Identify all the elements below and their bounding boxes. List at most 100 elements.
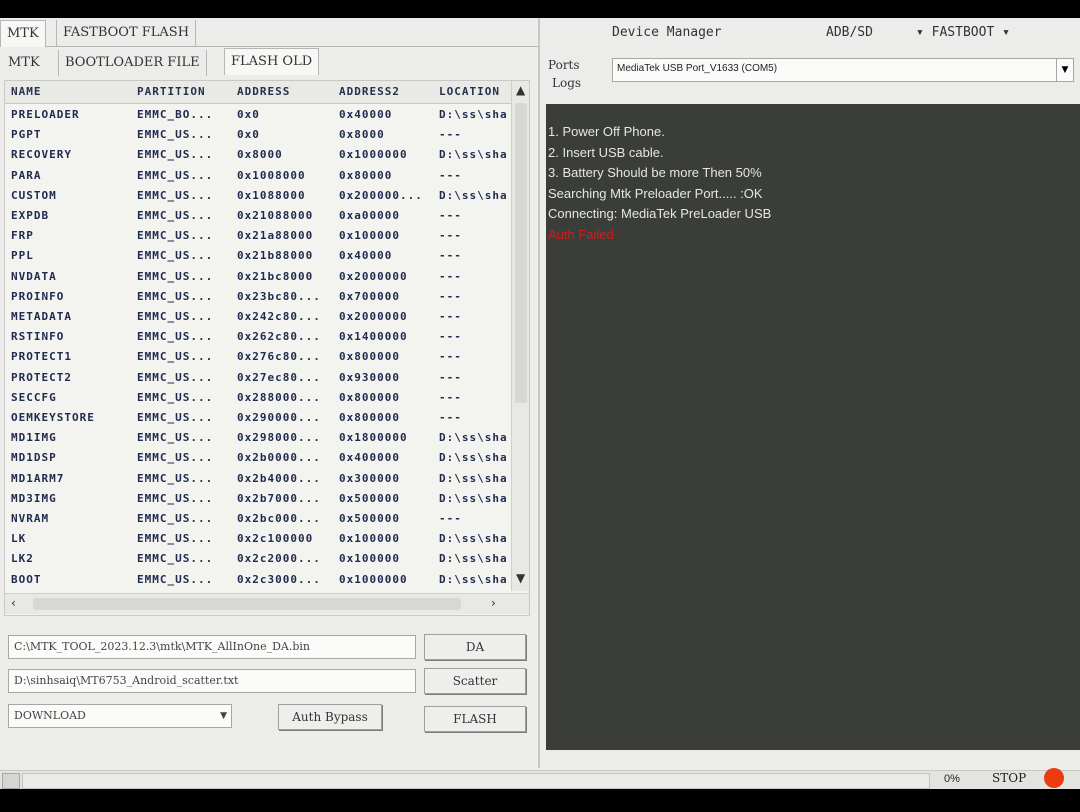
da-path-field[interactable]: C:\MTK_TOOL_2023.12.3\mtk\MTK_AllInOne_D… — [8, 635, 416, 659]
table-row[interactable]: MD1IMG EMMC_US... 0x298000... 0x1800000 D:\s… — [5, 428, 511, 448]
cell-location: --- — [439, 269, 462, 283]
table-row[interactable]: NVDATA EMMC_US... 0x21bc8000 0x2000000 --- — [5, 267, 511, 287]
cell-location: D:\ss\sha — [439, 148, 508, 162]
table-row[interactable]: PPL EMMC_US... 0x21b88000 0x40000 --- — [5, 246, 511, 266]
cell-address2: 0x100000 — [339, 532, 400, 546]
cell-partition: EMMC_US... — [137, 552, 214, 566]
cell-address: 0x290000... — [237, 411, 321, 424]
tab-fastboot-label: FASTBOOT — [931, 25, 995, 40]
cell-location: D:\ss\sha — [439, 572, 508, 586]
auth-bypass-button[interactable]: Auth Bypass — [278, 704, 382, 730]
vertical-scrollbar[interactable]: ▲ ▼ — [511, 81, 529, 591]
cell-address: 0x2c100000 — [237, 532, 314, 546]
cell-location: --- — [439, 411, 462, 424]
table-row[interactable]: PROTECT1 EMMC_US... 0x276c80... 0x800000 --- — [5, 347, 511, 367]
top-tab-bar: MTK FASTBOOT FLASH — [0, 18, 538, 47]
col-name[interactable]: NAME — [11, 85, 42, 98]
scroll-thumb-h[interactable] — [33, 598, 461, 610]
cell-name: SECCFG — [11, 390, 57, 404]
stop-button[interactable]: STOP — [992, 771, 1026, 785]
table-row[interactable]: MD1DSP EMMC_US... 0x2b0000... 0x400000 D:\ss… — [5, 448, 511, 468]
cell-name: MD1ARM7 — [11, 471, 65, 485]
chevron-down-icon[interactable]: ▼ — [220, 705, 227, 727]
tab-fastboot-flash[interactable]: FASTBOOT FLASH — [56, 20, 197, 46]
tab-mtk-sub[interactable]: MTK — [2, 50, 46, 76]
log-line: 3. Battery Should be more Then 50% — [548, 165, 762, 180]
table-row[interactable]: LK EMMC_US... 0x2c100000 0x100000 D:\ss\sha — [5, 529, 511, 549]
scroll-thumb[interactable] — [515, 103, 527, 403]
col-address[interactable]: ADDRESS — [237, 85, 290, 98]
table-row[interactable]: MD3IMG EMMC_US... 0x2b7000... 0x500000 D:\ss… — [5, 489, 511, 509]
table-row[interactable]: OEMKEYSTORE EMMC_US... 0x290000... 0x800000… — [5, 408, 511, 428]
cell-name: MD3IMG — [11, 491, 57, 505]
table-row[interactable]: SECCFG EMMC_US... 0x288000... 0x800000 --- — [5, 388, 511, 408]
tab-fastboot-menu[interactable]: ▾ FASTBOOT ▾ — [916, 25, 1010, 40]
scatter-button[interactable]: Scatter — [424, 668, 526, 694]
cell-address2: 0x80000 — [339, 168, 393, 182]
table-row[interactable]: MD1ARM7 EMMC_US... 0x2b4000... 0x300000 D:\s… — [5, 469, 511, 489]
cell-name: NVRAM — [11, 512, 50, 525]
table-row[interactable]: NVRAM EMMC_US... 0x2bc000... 0x500000 --- — [5, 509, 511, 529]
scroll-right-icon[interactable]: › — [491, 596, 496, 610]
table-row[interactable]: PRELOADER EMMC_BO... 0x0 0x40000 D:\ss\sha — [5, 105, 511, 125]
cell-partition: EMMC_US... — [137, 188, 214, 202]
horizontal-scrollbar[interactable]: ‹ › — [5, 593, 529, 614]
cell-address: 0x288000... — [237, 390, 321, 404]
cell-address: 0x298000... — [237, 431, 321, 445]
scatter-path-field[interactable]: D:\sinhsaiq\MT6753_Android_scatter.txt — [8, 669, 416, 693]
table-row[interactable]: EXPDB EMMC_US... 0x21088000 0xa00000 --- — [5, 206, 511, 226]
log-line: 2. Insert USB cable. — [548, 144, 664, 160]
cell-partition: EMMC_US... — [137, 512, 214, 525]
table-row[interactable]: PGPT EMMC_US... 0x0 0x8000 --- — [5, 125, 511, 145]
cell-address2: 0x500000 — [339, 512, 400, 525]
cell-address2: 0xa00000 — [339, 209, 400, 222]
cell-address: 0x0 — [237, 108, 260, 121]
cell-location: --- — [439, 330, 462, 344]
table-row[interactable]: CUSTOM EMMC_US... 0x1088000 0x200000... D:\s… — [5, 186, 511, 206]
table-row[interactable]: LK2 EMMC_US... 0x2c2000... 0x100000 D:\ss\sh… — [5, 549, 511, 569]
cell-name: PROINFO — [11, 289, 65, 303]
scroll-left-icon[interactable]: ‹ — [11, 596, 16, 610]
table-row[interactable]: BOOT EMMC_US... 0x2c3000... 0x1000000 D:\ss\… — [5, 570, 511, 590]
cell-location: D:\ss\sha — [439, 471, 508, 485]
cell-partition: EMMC_US... — [137, 350, 214, 364]
stop-indicator-icon[interactable] — [1044, 768, 1064, 788]
cell-address2: 0x2000000 — [339, 269, 408, 283]
cell-partition: EMMC_US... — [137, 310, 214, 323]
table-row[interactable]: RSTINFO EMMC_US... 0x262c80... 0x1400000 --- — [5, 327, 511, 347]
cell-location: --- — [439, 168, 462, 182]
cell-address: 0x23bc80... — [237, 289, 321, 303]
table-row[interactable]: RECOVERY EMMC_US... 0x8000 0x1000000 D:\ss\s… — [5, 145, 511, 165]
cell-location: --- — [439, 209, 462, 222]
table-row[interactable]: PROINFO EMMC_US... 0x23bc80... 0x700000 --- — [5, 287, 511, 307]
table-row[interactable]: METADATA EMMC_US... 0x242c80... 0x2000000 --… — [5, 307, 511, 327]
tab-bootloader-file[interactable]: BOOTLOADER FILE — [58, 50, 207, 76]
da-button[interactable]: DA — [424, 634, 526, 660]
table-row[interactable]: PROTECT2 EMMC_US... 0x27ec80... 0x930000 --- — [5, 368, 511, 388]
mode-select[interactable]: DOWNLOAD ▼ — [8, 704, 232, 728]
port-select[interactable]: MediaTek USB Port_V1633 (COM5) ▼ — [612, 58, 1074, 82]
chevron-down-icon[interactable]: ▼ — [1056, 59, 1073, 81]
cell-location: D:\ss\sha — [439, 431, 508, 445]
tab-adb-sd[interactable]: ADB/SD — [826, 25, 873, 40]
table-row[interactable]: FRP EMMC_US... 0x21a88000 0x100000 --- — [5, 226, 511, 246]
cell-address: 0x21a88000 — [237, 229, 314, 243]
scroll-down-icon[interactable]: ▼ — [516, 571, 525, 585]
tab-device-manager[interactable]: Device Manager — [612, 25, 722, 40]
tab-flash-old[interactable]: FLASH OLD — [224, 48, 320, 75]
cell-location: --- — [439, 370, 462, 384]
scroll-up-icon[interactable]: ▲ — [516, 83, 525, 97]
col-address2[interactable]: ADDRESS2 — [339, 85, 400, 98]
col-location[interactable]: LOCATION — [439, 85, 500, 98]
col-partition[interactable]: PARTITION — [137, 85, 206, 98]
log-line: Searching Mtk Preloader Port..... :OK — [548, 185, 763, 201]
table-row[interactable]: PARA EMMC_US... 0x1008000 0x80000 --- — [5, 166, 511, 186]
tab-mtk[interactable]: MTK — [0, 20, 46, 47]
cell-name: LK — [11, 532, 27, 546]
grip-icon — [2, 773, 20, 789]
flash-button[interactable]: FLASH — [424, 706, 526, 732]
cell-location: --- — [439, 289, 462, 303]
cell-name: RECOVERY — [11, 148, 72, 162]
log-output: 1. Power Off Phone. 2. Insert USB cable. 3… — [546, 104, 1080, 750]
cell-partition: EMMC_US... — [137, 431, 214, 445]
